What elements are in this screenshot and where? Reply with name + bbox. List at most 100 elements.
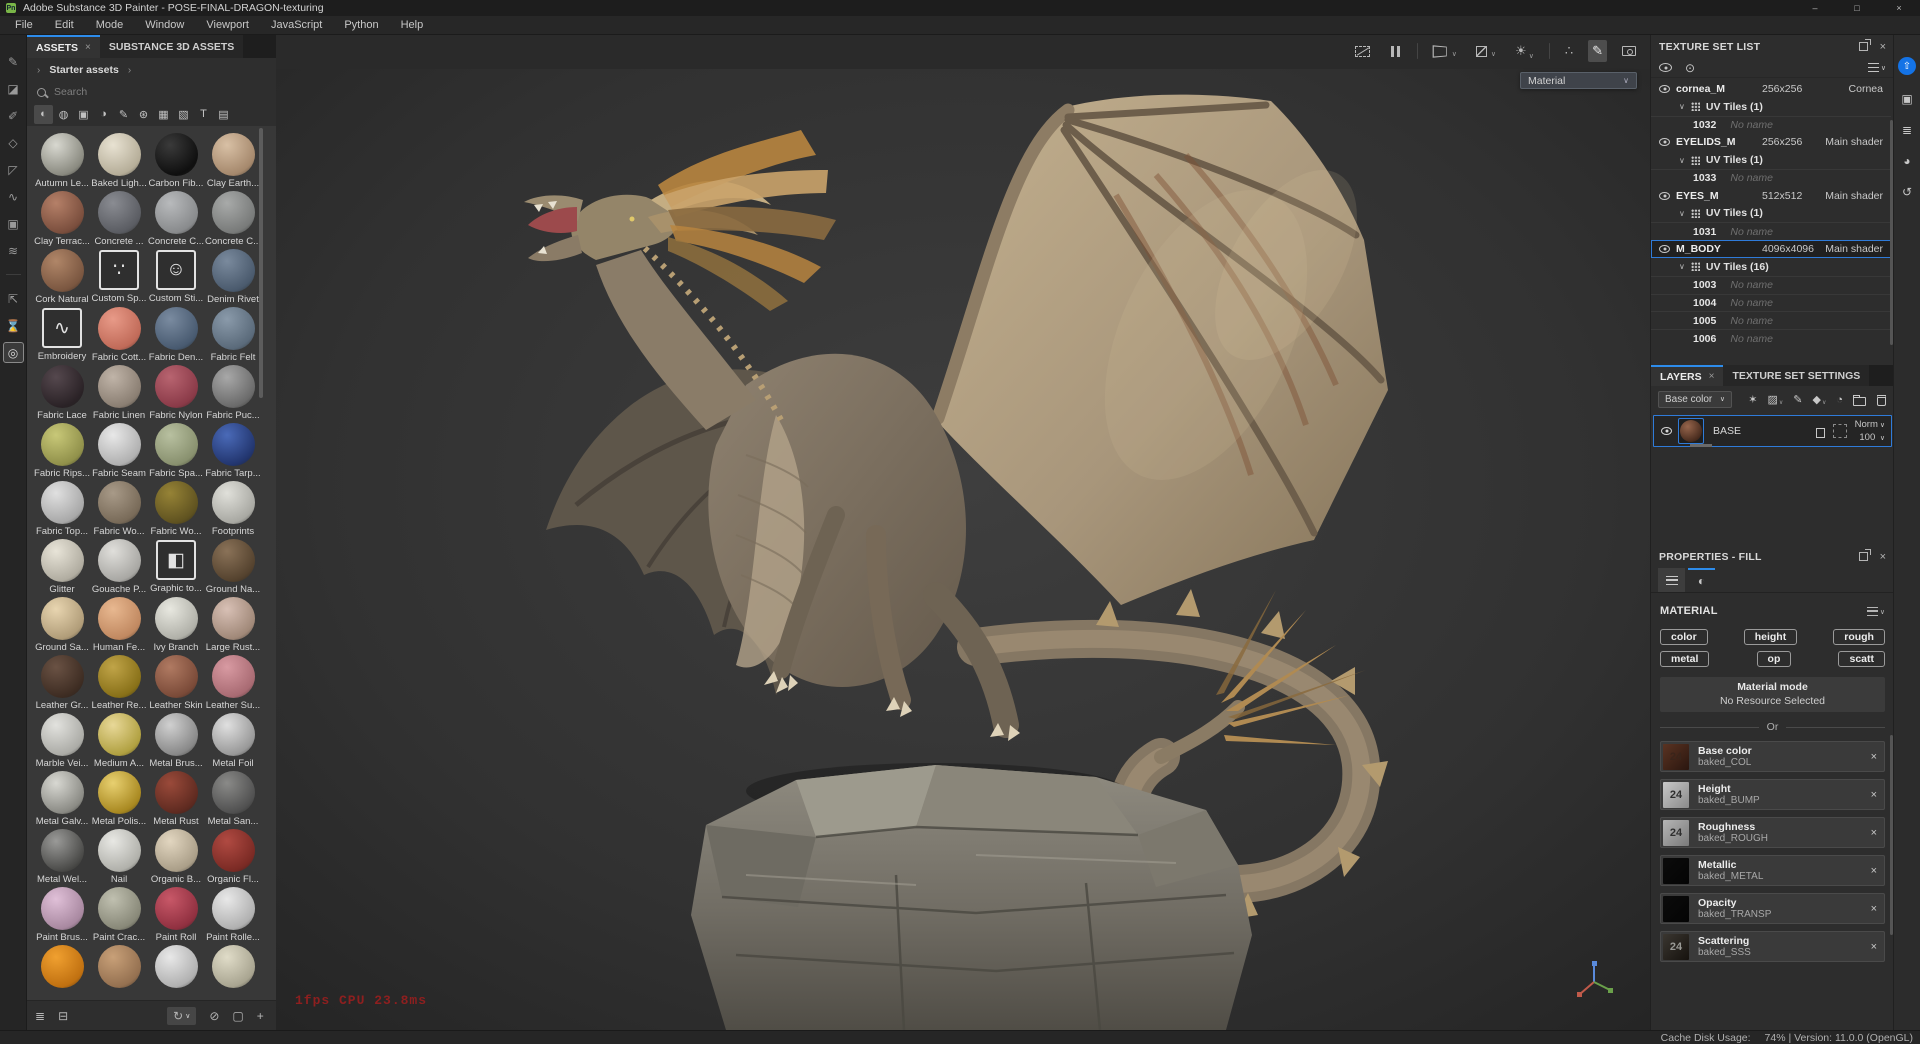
list-options-button[interactable]: ∨ [1868,63,1886,72]
tab-properties[interactable] [1658,568,1685,592]
channel-metal-button[interactable]: metal [1660,651,1709,667]
asset-item[interactable]: Clay Earth... [205,133,261,191]
asset-item[interactable]: Autumn Le... [34,133,90,191]
texture-set-row[interactable]: cornea_M 256x256 Cornea [1651,80,1891,98]
search-input[interactable] [54,86,224,98]
tab-substance-3d-assets[interactable]: SUBSTANCE 3D ASSETS [100,35,243,58]
collapse-caret-icon[interactable]: ∨ [1679,262,1685,271]
asset-item[interactable]: Carbon Fib... [148,133,204,191]
layers-toolbar-button[interactable]: ◔ [1836,394,1843,406]
layer-opacity-dropdown[interactable]: 100 ∨ [1859,432,1885,443]
layer-visibility-icon[interactable] [1661,427,1672,435]
material-mode-box[interactable]: Material mode No Resource Selected [1660,677,1885,712]
chevron-left-icon[interactable]: › [37,65,40,76]
tool-button[interactable]: ◇ [3,132,24,153]
asset-item[interactable]: Metal Rust [148,771,204,829]
dock-panel-button[interactable]: ▣ [1901,92,1912,106]
channel-scatt-button[interactable]: scatt [1838,651,1885,667]
viewport-3d[interactable]: ∨ ∨ ☀ ∨ ∴ ✎ [276,35,1650,1030]
asset-item[interactable]: ∵ Custom Sp... [91,249,147,307]
remove-resource-icon[interactable]: × [1871,941,1877,953]
asset-item[interactable]: ◧ Graphic to... [148,539,204,597]
layers-toolbar-button[interactable]: ✎ [1793,393,1802,406]
tab-close-icon[interactable]: × [85,42,91,53]
layers-toolbar-button[interactable]: ◆ ∨ [1812,393,1826,406]
chevron-right-icon[interactable]: › [128,65,131,76]
asset-item[interactable]: Nail [91,829,147,887]
asset-item[interactable]: Ivy Branch [148,597,204,655]
visibility-eye-icon[interactable] [1659,192,1670,200]
asset-item[interactable]: Metal Foil [205,713,261,771]
layer-thumbnail-box[interactable] [1678,418,1704,444]
tool-button[interactable]: ≋ [3,240,24,261]
remove-resource-icon[interactable]: × [1871,789,1877,801]
resource-row[interactable]: Metallic baked_METAL × [1660,855,1885,886]
menu-item[interactable]: Python [333,16,389,35]
menu-item[interactable]: Viewport [195,16,260,35]
channel-op-button[interactable]: op [1757,651,1792,667]
asset-item[interactable]: Metal Wel... [34,829,90,887]
asset-filter-button[interactable]: ▤ [214,105,233,124]
menu-item[interactable]: File [4,16,44,35]
asset-item[interactable]: Fabric Spa... [148,423,204,481]
asset-item[interactable]: Concrete ... [91,191,147,249]
tool-button[interactable]: ✎ [3,51,24,72]
tool-button[interactable]: ◎ [3,342,24,363]
asset-item[interactable]: Fabric Lace [34,365,90,423]
asset-item[interactable]: Metal Polis... [91,771,147,829]
tool-button[interactable]: ⇱ [3,288,24,309]
visibility-eye-icon[interactable] [1659,138,1670,146]
texture-set-row[interactable]: ∨ UV Tiles (1) [1651,205,1891,223]
texture-set-row[interactable]: ∨ UV Tiles (16) [1651,258,1891,276]
asset-item[interactable]: Cork Natural [34,249,90,307]
asset-grid-scrollbar[interactable] [259,128,263,398]
asset-filter-button[interactable]: ◍ [54,105,73,124]
asset-item[interactable] [205,945,261,1000]
tab-texture-set-settings[interactable]: TEXTURE SET SETTINGS [1723,365,1869,386]
asset-item[interactable] [91,945,147,1000]
asset-item[interactable]: Metal Brus... [148,713,204,771]
asset-item[interactable]: Paint Brus... [34,887,90,945]
asset-item[interactable]: Denim Rivet [205,249,261,307]
dock-panel-button[interactable]: ≣ [1902,123,1912,137]
texture-set-row[interactable]: 1003 No name [1651,276,1891,294]
tool-button[interactable]: ⌛ [3,315,24,336]
remove-resource-icon[interactable]: × [1871,865,1877,877]
texture-set-row[interactable]: M_BODY 4096x4096 Main shader [1651,240,1891,258]
duplicate-content-icon[interactable] [1816,428,1825,438]
viewport-toolbar-button[interactable]: ✎ [1588,40,1607,62]
asset-filter-button[interactable]: ▧ [174,105,193,124]
menu-item[interactable]: JavaScript [260,16,333,35]
tab-material[interactable]: ◐ [1688,568,1715,592]
asset-item[interactable]: Ground Sa... [34,597,90,655]
solo-visibility-icon[interactable]: ⊙ [1685,61,1695,75]
asset-filter-button[interactable]: ⊛ [134,105,153,124]
close-button[interactable]: × [1878,0,1920,16]
channel-rough-button[interactable]: rough [1833,629,1885,645]
tab-close-icon[interactable]: × [1709,371,1715,382]
resource-row[interactable]: 24 Roughness baked_ROUGH × [1660,817,1885,848]
shader-mode-dropdown[interactable]: Material ∨ [1520,72,1637,89]
asset-item[interactable]: Fabric Cott... [91,307,147,365]
viewport-toolbar-button[interactable] [1618,43,1642,59]
asset-item[interactable]: Organic B... [148,829,204,887]
menu-item[interactable]: Window [134,16,195,35]
resource-row[interactable]: Opacity baked_TRANSP × [1660,893,1885,924]
asset-item[interactable]: Clay Terrac... [34,191,90,249]
asset-item[interactable]: Marble Vei... [34,713,90,771]
viewport-toolbar-button[interactable]: ∴ [1561,40,1577,62]
resource-row[interactable]: 24 Scattering baked_SSS × [1660,931,1885,962]
asset-item[interactable]: Paint Roll [148,887,204,945]
viewport-toolbar-button[interactable]: ∨ [1429,43,1461,60]
viewport-toolbar-button[interactable] [1387,43,1406,60]
tool-button[interactable]: ∿ [3,186,24,207]
asset-item[interactable] [34,945,90,1000]
asset-item[interactable]: Leather Su... [205,655,261,713]
menu-item[interactable]: Help [390,16,435,35]
asset-item[interactable]: Concrete C... [148,191,204,249]
asset-item[interactable]: Concrete C... [205,191,261,249]
texture-set-row[interactable]: ∨ UV Tiles (1) [1651,151,1891,169]
export-textures-button[interactable]: ⇧ [1898,57,1916,75]
asset-item[interactable]: Fabric Seam [91,423,147,481]
collapse-caret-icon[interactable]: ∨ [1679,102,1685,111]
